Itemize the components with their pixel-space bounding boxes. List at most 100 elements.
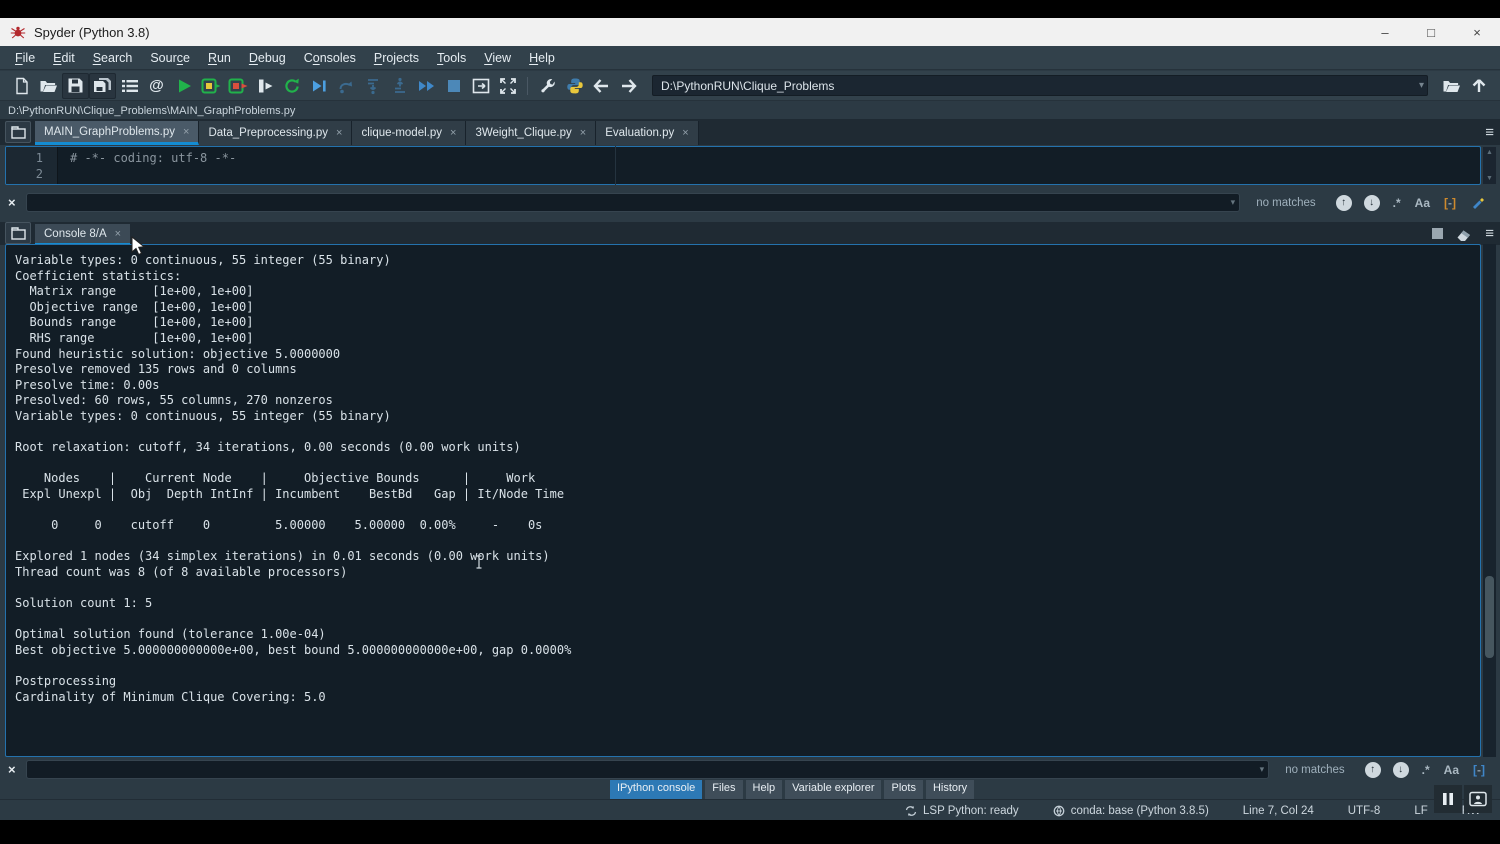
editor-tab-label: Evaluation.py xyxy=(605,127,674,139)
pane-tab-ipython-console[interactable]: IPython console xyxy=(610,780,702,799)
fullscreen-button[interactable] xyxy=(494,73,521,99)
pane-tab-history[interactable]: History xyxy=(926,780,974,799)
console-browse-tabs-button[interactable] xyxy=(5,222,31,244)
find-next-button[interactable]: ↓ xyxy=(1364,195,1380,211)
working-directory-input[interactable] xyxy=(652,75,1428,96)
menu-debug[interactable]: Debug xyxy=(240,51,295,65)
tab-close-icon[interactable]: × xyxy=(450,127,456,139)
regex-toggle[interactable]: .* xyxy=(1393,196,1401,210)
debug-file-button[interactable] xyxy=(305,73,332,99)
console-pane[interactable]: Variable types: 0 continuous, 55 integer… xyxy=(5,244,1481,757)
editor-scrollbar[interactable]: ▲ ▼ xyxy=(1483,147,1496,184)
dropdown-caret-icon[interactable]: ▾ xyxy=(1419,80,1424,91)
console-scrollbar-thumb[interactable] xyxy=(1485,576,1494,658)
back-button[interactable] xyxy=(588,73,615,99)
step-over-button[interactable] xyxy=(332,73,359,99)
run-selection-button[interactable] xyxy=(251,73,278,99)
editor-tab[interactable]: 3Weight_Clique.py× xyxy=(466,121,596,145)
console-output[interactable]: Variable types: 0 continuous, 55 integer… xyxy=(6,245,1480,705)
menu-edit[interactable]: Edit xyxy=(44,51,84,65)
console-scrollbar[interactable] xyxy=(1483,244,1496,757)
pane-tab-files[interactable]: Files xyxy=(705,780,742,799)
editor-pane[interactable]: 12 # -*- coding: utf-8 -*- xyxy=(5,146,1481,185)
find-input[interactable] xyxy=(26,193,1240,212)
menu-source[interactable]: Source xyxy=(141,51,199,65)
console-find-status: no matches xyxy=(1285,764,1344,776)
preferences-wrench-button[interactable] xyxy=(534,73,561,99)
case-sensitive-toggle[interactable]: Aa xyxy=(1415,196,1430,210)
editor-tab[interactable]: Data_Preprocessing.py× xyxy=(199,121,352,145)
open-file-button[interactable] xyxy=(35,73,62,99)
save-button[interactable] xyxy=(62,73,89,99)
console-find-previous-button[interactable]: ↑ xyxy=(1365,762,1381,778)
find-previous-button[interactable]: ↑ xyxy=(1336,195,1352,211)
console-regex-toggle[interactable]: .* xyxy=(1422,763,1430,777)
console-tab[interactable]: Console 8/A × xyxy=(35,224,130,245)
pane-tab-variable-explorer[interactable]: Variable explorer xyxy=(785,780,881,799)
pane-tab-plots[interactable]: Plots xyxy=(884,780,922,799)
code-line[interactable] xyxy=(70,166,1480,182)
scroll-up-icon[interactable]: ▲ xyxy=(1486,149,1493,156)
maximize-button[interactable]: □ xyxy=(1408,18,1454,46)
stop-debugging-button[interactable] xyxy=(440,73,467,99)
pythonpath-manager-button[interactable] xyxy=(561,73,588,99)
tab-close-icon[interactable]: × xyxy=(682,127,688,139)
run-cell-advance-button[interactable] xyxy=(224,73,251,99)
editor-tab-label: MAIN_GraphProblems.py xyxy=(44,126,175,138)
editor-options-menu-icon[interactable]: ≡ xyxy=(1485,124,1494,141)
menu-consoles[interactable]: Consoles xyxy=(295,51,365,65)
menu-view[interactable]: View xyxy=(475,51,520,65)
editor-tab[interactable]: Evaluation.py × xyxy=(596,121,698,145)
rerun-last-cell-button[interactable] xyxy=(278,73,305,99)
webcam-overlay-button[interactable] xyxy=(1464,785,1492,813)
menu-tools[interactable]: Tools xyxy=(428,51,475,65)
tab-close-icon[interactable]: × xyxy=(183,126,189,138)
find-close-icon[interactable]: × xyxy=(8,195,26,210)
scroll-down-icon[interactable]: ▼ xyxy=(1486,175,1493,182)
step-return-button[interactable] xyxy=(386,73,413,99)
conda-status[interactable]: conda: base (Python 3.8.5) xyxy=(1053,805,1209,817)
maximize-pane-button[interactable] xyxy=(467,73,494,99)
find-dropdown-caret-icon[interactable]: ▾ xyxy=(1231,197,1236,208)
menu-projects[interactable]: Projects xyxy=(365,51,428,65)
editor-code[interactable]: # -*- coding: utf-8 -*- xyxy=(58,147,1480,184)
continue-execution-button[interactable] xyxy=(413,73,440,99)
editor-tabbar: MAIN_GraphProblems.py×Data_Preprocessing… xyxy=(0,119,1500,145)
pause-overlay-button[interactable] xyxy=(1434,785,1462,813)
symbol-finder-button[interactable]: @ xyxy=(143,73,170,99)
console-find-close-icon[interactable]: × xyxy=(8,762,26,777)
browse-directory-button[interactable] xyxy=(1438,73,1465,99)
editor-tab[interactable]: MAIN_GraphProblems.py × xyxy=(35,121,199,145)
minimize-button[interactable]: – xyxy=(1362,18,1408,46)
console-find-next-button[interactable]: ↓ xyxy=(1393,762,1409,778)
forward-button[interactable] xyxy=(615,73,642,99)
parent-directory-button[interactable] xyxy=(1465,73,1492,99)
console-whole-words-toggle[interactable]: [-] xyxy=(1473,763,1485,777)
console-find-input[interactable] xyxy=(26,760,1269,779)
file-switcher-button[interactable] xyxy=(116,73,143,99)
menu-search[interactable]: Search xyxy=(84,51,142,65)
code-line[interactable]: # -*- coding: utf-8 -*- xyxy=(70,150,1480,166)
save-all-button[interactable] xyxy=(89,73,116,99)
run-file-button[interactable] xyxy=(170,73,197,99)
console-find-dropdown-caret-icon[interactable]: ▾ xyxy=(1260,764,1265,775)
remove-variables-eraser-icon[interactable] xyxy=(1456,227,1473,241)
console-case-sensitive-toggle[interactable]: Aa xyxy=(1444,763,1459,777)
menu-file[interactable]: File xyxy=(6,51,44,65)
whole-words-toggle[interactable]: [-] xyxy=(1444,196,1456,210)
highlight-matches-icon[interactable] xyxy=(1470,195,1485,210)
pane-tab-help[interactable]: Help xyxy=(746,780,783,799)
tab-close-icon[interactable]: × xyxy=(580,127,586,139)
interrupt-kernel-icon[interactable] xyxy=(1431,227,1444,240)
console-options-menu-icon[interactable]: ≡ xyxy=(1485,225,1494,242)
editor-tab[interactable]: clique-model.py× xyxy=(352,121,466,145)
console-tab-close-icon[interactable]: × xyxy=(115,228,121,240)
menu-run[interactable]: Run xyxy=(199,51,240,65)
tab-close-icon[interactable]: × xyxy=(336,127,342,139)
run-cell-button[interactable] xyxy=(197,73,224,99)
browse-tabs-button[interactable] xyxy=(5,121,31,143)
close-button[interactable]: × xyxy=(1454,18,1500,46)
step-into-button[interactable] xyxy=(359,73,386,99)
new-file-button[interactable] xyxy=(8,73,35,99)
menu-help[interactable]: Help xyxy=(520,51,564,65)
